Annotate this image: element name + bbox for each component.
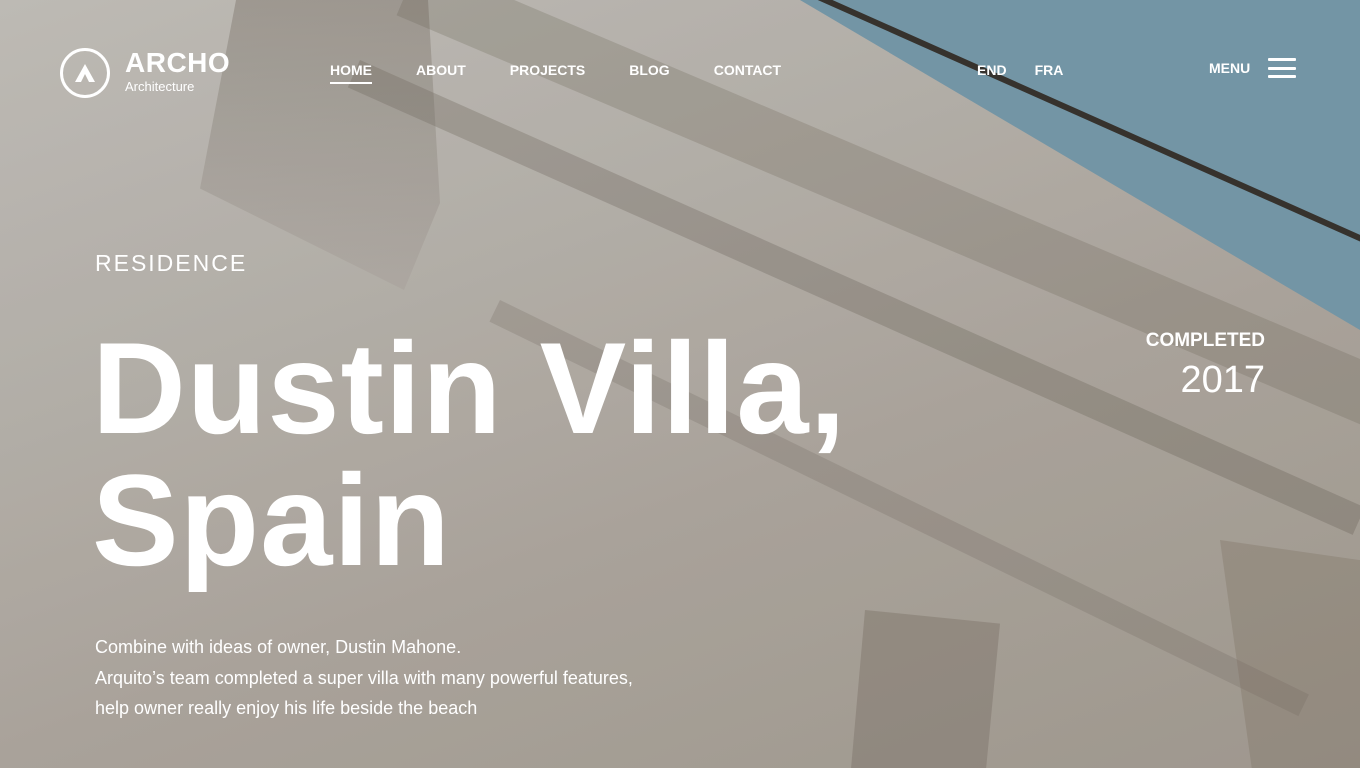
project-description: Combine with ideas of owner, Dustin Maho… xyxy=(95,632,633,724)
description-line: Arquito’s team completed a super villa w… xyxy=(95,667,633,688)
nav-item-contact[interactable]: CONTACT xyxy=(714,62,781,84)
project-title-line: Spain xyxy=(92,447,451,593)
description-line: Combine with ideas of owner, Dustin Maho… xyxy=(95,637,462,657)
nav-item-projects[interactable]: PROJECTS xyxy=(510,62,585,84)
hamburger-icon xyxy=(1268,58,1297,78)
site-header: ARCHO Architecture HOME ABOUT PROJECTS B… xyxy=(0,0,1360,140)
main-navigation: HOME ABOUT PROJECTS BLOG CONTACT xyxy=(330,62,825,84)
menu-button[interactable]: MENU xyxy=(1209,58,1297,78)
language-switcher: END FRA xyxy=(977,62,1091,78)
nav-item-about[interactable]: ABOUT xyxy=(416,62,466,84)
project-title-line: Dustin Villa, xyxy=(92,315,847,461)
menu-label: MENU xyxy=(1209,60,1251,76)
brand-name: ARCHO xyxy=(125,47,231,78)
nav-item-blog[interactable]: BLOG xyxy=(629,62,669,84)
hero-section: ARCHO Architecture HOME ABOUT PROJECTS B… xyxy=(0,0,1360,768)
language-fra[interactable]: FRA xyxy=(1035,62,1064,78)
brand-logo-link[interactable]: ARCHO Architecture xyxy=(60,47,230,98)
brand-tagline: Architecture xyxy=(125,79,195,94)
completion-label: COMPLETED xyxy=(1145,330,1265,351)
language-end[interactable]: END xyxy=(977,62,1007,78)
completion-year: 2017 xyxy=(1180,359,1265,401)
project-category: RESIDENCE xyxy=(95,250,248,276)
brand-text: ARCHO Architecture xyxy=(125,47,230,94)
archo-logo-icon xyxy=(60,48,110,98)
nav-item-home[interactable]: HOME xyxy=(330,62,372,84)
completion-info: COMPLETED 2017 xyxy=(1146,330,1265,400)
description-line: help owner really enjoy his life beside … xyxy=(95,698,478,718)
project-title: Dustin Villa, Spain xyxy=(92,322,992,586)
